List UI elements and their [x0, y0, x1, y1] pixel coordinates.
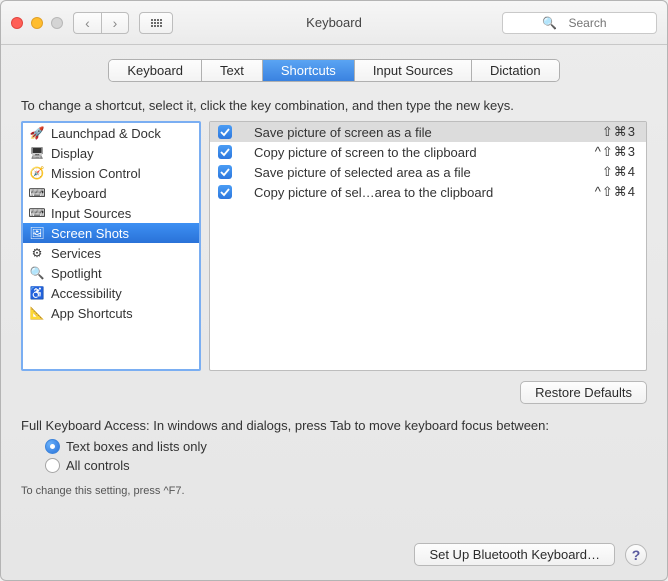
fka-radio-row[interactable]: Text boxes and lists only — [45, 439, 647, 454]
category-item[interactable]: ⚙ Services — [23, 243, 199, 263]
help-button[interactable]: ? — [625, 544, 647, 566]
category-icon: 🧭 — [29, 165, 45, 181]
shortcut-label: Save picture of selected area as a file — [242, 165, 592, 180]
category-icon: 🖥 — [29, 145, 45, 161]
tab-dictation[interactable]: Dictation — [472, 60, 559, 81]
category-icon: 🖼 — [29, 225, 45, 241]
tab-keyboard[interactable]: Keyboard — [109, 60, 202, 81]
tab-input-sources[interactable]: Input Sources — [355, 60, 472, 81]
shortcut-label: Save picture of screen as a file — [242, 125, 592, 140]
radio-label: Text boxes and lists only — [66, 439, 207, 454]
category-label: Display — [51, 146, 94, 161]
tab-shortcuts[interactable]: Shortcuts — [263, 60, 355, 81]
window-controls — [11, 17, 63, 29]
maximize-button[interactable] — [51, 17, 63, 29]
shortcut-checkbox[interactable] — [218, 125, 232, 139]
shortcut-checkbox[interactable] — [218, 165, 232, 179]
shortcut-row[interactable]: Save picture of screen as a file ⇧⌘3 — [210, 122, 646, 142]
minimize-button[interactable] — [31, 17, 43, 29]
shortcut-checkbox[interactable] — [218, 185, 232, 199]
category-item[interactable]: ⌨ Keyboard — [23, 183, 199, 203]
category-list[interactable]: 🚀 Launchpad & Dock 🖥 Display 🧭 Mission Contro… — [21, 121, 201, 371]
shortcut-label: Copy picture of screen to the clipboard — [242, 145, 585, 160]
radio-button[interactable] — [45, 458, 60, 473]
shortcut-label: Copy picture of sel…area to the clipboar… — [242, 185, 585, 200]
shortcut-keys[interactable]: ⇧⌘4 — [602, 164, 636, 180]
category-label: Services — [51, 246, 101, 261]
category-label: Screen Shots — [51, 226, 129, 241]
category-item[interactable]: 🔍 Spotlight — [23, 263, 199, 283]
close-button[interactable] — [11, 17, 23, 29]
bluetooth-keyboard-button[interactable]: Set Up Bluetooth Keyboard… — [414, 543, 615, 566]
back-button[interactable]: ‹ — [73, 12, 101, 34]
grid-icon — [151, 19, 162, 27]
shortcut-checkbox[interactable] — [218, 145, 232, 159]
shortcut-keys[interactable]: ^⇧⌘4 — [595, 184, 636, 200]
category-item[interactable]: 🖥 Display — [23, 143, 199, 163]
tab-bar: KeyboardTextShortcutsInput SourcesDictat… — [21, 59, 647, 82]
category-icon: ⚙ — [29, 245, 45, 261]
titlebar: ‹ › Keyboard 🔍 — [1, 1, 667, 45]
category-label: Keyboard — [51, 186, 107, 201]
category-item[interactable]: 🖼 Screen Shots — [23, 223, 199, 243]
help-icon: ? — [632, 547, 641, 563]
nav-buttons: ‹ › — [73, 12, 129, 34]
content-area: KeyboardTextShortcutsInput SourcesDictat… — [1, 45, 667, 580]
category-label: Mission Control — [51, 166, 141, 181]
radio-button[interactable] — [45, 439, 60, 454]
chevron-left-icon: ‹ — [85, 15, 90, 31]
shortcut-list[interactable]: Save picture of screen as a file ⇧⌘3 Copy … — [209, 121, 647, 371]
category-item[interactable]: 📐 App Shortcuts — [23, 303, 199, 323]
fka-radio-group: Text boxes and lists only All controls — [21, 439, 647, 477]
forward-button[interactable]: › — [101, 12, 129, 34]
footer: Set Up Bluetooth Keyboard… ? — [21, 531, 647, 566]
shortcut-row[interactable]: Copy picture of screen to the clipboard ^… — [210, 142, 646, 162]
fka-radio-row[interactable]: All controls — [45, 458, 647, 473]
panels: 🚀 Launchpad & Dock 🖥 Display 🧭 Mission Contro… — [21, 121, 647, 371]
chevron-right-icon: › — [113, 15, 118, 31]
fka-hint: To change this setting, press ^F7. — [21, 485, 647, 497]
category-label: Accessibility — [51, 286, 122, 301]
category-icon: ⌨ — [29, 205, 45, 221]
shortcut-keys[interactable]: ⇧⌘3 — [602, 124, 636, 140]
category-label: App Shortcuts — [51, 306, 133, 321]
search-wrap: 🔍 — [502, 12, 657, 34]
category-label: Launchpad & Dock — [51, 126, 161, 141]
search-icon: 🔍 — [542, 16, 557, 30]
shortcut-keys[interactable]: ^⇧⌘3 — [595, 144, 636, 160]
category-label: Spotlight — [51, 266, 102, 281]
category-icon: 📐 — [29, 305, 45, 321]
category-icon: 🚀 — [29, 125, 45, 141]
category-icon: 🔍 — [29, 265, 45, 281]
instruction-text: To change a shortcut, select it, click t… — [21, 98, 647, 113]
preferences-window: ‹ › Keyboard 🔍 KeyboardTextShortcutsInpu… — [0, 0, 668, 581]
restore-row: Restore Defaults — [21, 381, 647, 404]
category-item[interactable]: 🧭 Mission Control — [23, 163, 199, 183]
radio-label: All controls — [66, 458, 130, 473]
category-item[interactable]: ♿ Accessibility — [23, 283, 199, 303]
shortcut-row[interactable]: Save picture of selected area as a file ⇧… — [210, 162, 646, 182]
search-input[interactable] — [502, 12, 657, 34]
restore-defaults-button[interactable]: Restore Defaults — [520, 381, 647, 404]
category-icon: ♿ — [29, 285, 45, 301]
shortcut-row[interactable]: Copy picture of sel…area to the clipboar… — [210, 182, 646, 202]
category-item[interactable]: 🚀 Launchpad & Dock — [23, 123, 199, 143]
tab-text[interactable]: Text — [202, 60, 263, 81]
full-keyboard-access-text: Full Keyboard Access: In windows and dia… — [21, 418, 647, 433]
show-all-button[interactable] — [139, 12, 173, 34]
category-icon: ⌨ — [29, 185, 45, 201]
category-label: Input Sources — [51, 206, 131, 221]
category-item[interactable]: ⌨ Input Sources — [23, 203, 199, 223]
